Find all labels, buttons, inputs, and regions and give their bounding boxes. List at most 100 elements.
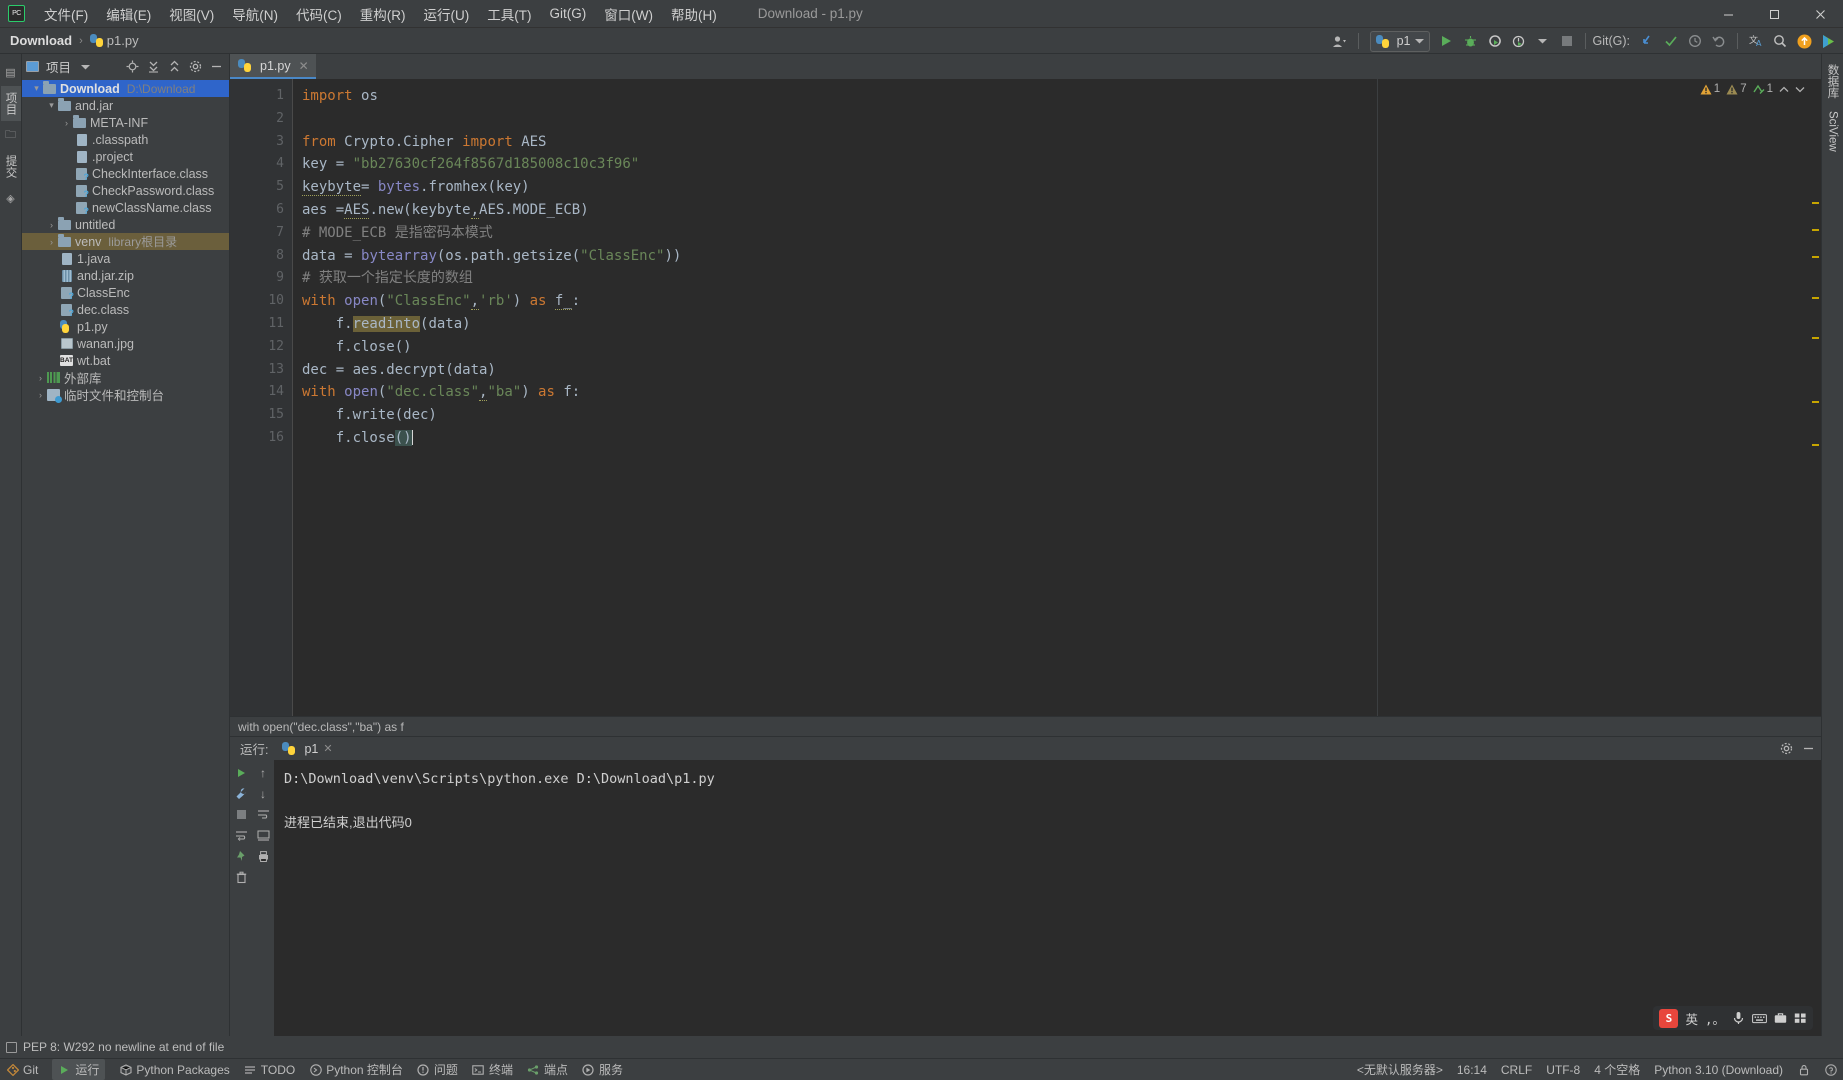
trash-icon[interactable] (232, 868, 251, 887)
tree-node-wt-bat[interactable]: BAT wt.bat (22, 352, 229, 369)
profile-dropdown-icon[interactable] (1532, 30, 1554, 52)
tree-node-classpath[interactable]: .classpath (22, 131, 229, 148)
close-icon[interactable]: ✕ (299, 59, 309, 73)
sidebar-item-sciview[interactable]: SciView (1825, 105, 1841, 158)
more-icon[interactable] (1794, 1012, 1807, 1024)
tree-node-external-libraries[interactable]: › 外部库 (22, 369, 229, 386)
settings-icon[interactable] (1777, 740, 1795, 758)
menu-code[interactable]: 代码(C) (287, 0, 351, 28)
status-run[interactable]: 运行 (52, 1059, 106, 1080)
structure-rail-icon[interactable]: 🗀 (4, 128, 18, 142)
debug-icon[interactable] (1460, 30, 1482, 52)
status-services[interactable]: 服务 (582, 1061, 623, 1078)
tree-node-and-jar-zip[interactable]: and.jar.zip (22, 267, 229, 284)
run-tab-p1[interactable]: p1 ✕ (276, 740, 338, 758)
tree-node-dec-class[interactable]: dec.class (22, 301, 229, 318)
chevron-down-icon[interactable] (76, 58, 94, 76)
status-encoding[interactable]: UTF-8 (1546, 1063, 1580, 1077)
status-interpreter[interactable]: Python 3.10 (Download) (1654, 1063, 1783, 1077)
editor-gutter[interactable]: 1– 2 3– 4 5 6 7 8 9 10– 11 12– 13 14– 15… (230, 79, 312, 716)
ime-widget[interactable]: S 英 ,。 (1653, 1006, 1813, 1030)
update-project-icon[interactable] (1636, 30, 1658, 52)
chevron-down-icon[interactable]: ▾ (45, 100, 58, 111)
coverage-icon[interactable] (1484, 30, 1506, 52)
soft-wrap-console-icon[interactable] (254, 805, 273, 824)
menu-run[interactable]: 运行(U) (415, 0, 479, 28)
status-python-packages[interactable]: Python Packages (119, 1063, 230, 1077)
code-editor[interactable]: import os from Crypto.Cipher import AES … (292, 79, 1821, 716)
up-icon[interactable]: ↑ (254, 763, 273, 782)
status-line-separator[interactable]: CRLF (1501, 1063, 1532, 1077)
notification-bell-icon[interactable] (1824, 1063, 1837, 1076)
tree-node-project-file[interactable]: .project (22, 148, 229, 165)
chevron-down-icon[interactable]: ▾ (30, 83, 43, 94)
menu-navigate[interactable]: 导航(N) (223, 0, 287, 28)
minimize-button[interactable] (1705, 0, 1751, 28)
down-icon[interactable]: ↓ (254, 784, 273, 803)
ide-action-icon[interactable] (1817, 30, 1839, 52)
rollback-icon[interactable] (1708, 30, 1730, 52)
marker[interactable] (1812, 337, 1819, 339)
marker[interactable] (1812, 256, 1819, 258)
marker[interactable] (1812, 401, 1819, 403)
chevron-right-icon[interactable]: › (60, 118, 73, 128)
expand-all-icon[interactable] (144, 58, 162, 76)
tree-node-classenc[interactable]: ClassEnc (22, 284, 229, 301)
pin-icon[interactable] (232, 847, 251, 866)
sidebar-item-database[interactable]: 数据库 (1823, 58, 1843, 105)
marker[interactable] (1812, 297, 1819, 299)
translate-icon[interactable]: 文A (1745, 30, 1767, 52)
tree-node-p1-py[interactable]: p1.py (22, 318, 229, 335)
status-git[interactable]: Git (6, 1063, 38, 1077)
sidebar-item-project[interactable]: 项目 (0, 86, 21, 121)
breadcrumb-file[interactable]: p1.py (107, 33, 139, 48)
tree-node-venv[interactable]: › venv library根目录 (22, 233, 229, 250)
mic-icon[interactable] (1732, 1011, 1745, 1025)
settings-icon[interactable] (186, 58, 204, 76)
history-icon[interactable] (1684, 30, 1706, 52)
status-server[interactable]: <无默认服务器> (1357, 1061, 1443, 1078)
status-python-console[interactable]: Python 控制台 (309, 1061, 403, 1078)
print-icon[interactable] (254, 847, 273, 866)
wrench-icon[interactable] (232, 784, 251, 803)
tab-p1-py[interactable]: p1.py ✕ (230, 54, 316, 79)
menu-edit[interactable]: 编辑(E) (97, 0, 160, 28)
maximize-button[interactable] (1751, 0, 1797, 28)
inspection-widget[interactable]: 1 7 1 (1700, 83, 1805, 95)
collapse-all-icon[interactable] (165, 58, 183, 76)
tree-node-newclassname-class[interactable]: newClassName.class (22, 199, 229, 216)
status-todo[interactable]: TODO (244, 1063, 295, 1077)
tree-node-checkinterface-class[interactable]: CheckInterface.class (22, 165, 229, 182)
tree-node-1-java[interactable]: 1.java (22, 250, 229, 267)
marker[interactable] (1812, 444, 1819, 446)
status-caret-position[interactable]: 16:14 (1457, 1063, 1487, 1077)
search-icon[interactable] (1769, 30, 1791, 52)
profile-icon[interactable] (1508, 30, 1530, 52)
soft-wrap-icon[interactable] (232, 826, 251, 845)
keyboard-icon[interactable] (1752, 1013, 1767, 1024)
menu-view[interactable]: 视图(V) (160, 0, 223, 28)
tree-node-untitled[interactable]: › untitled (22, 216, 229, 233)
marker[interactable] (1812, 229, 1819, 231)
menu-tools[interactable]: 工具(T) (478, 0, 540, 28)
status-problems[interactable]: 问题 (417, 1061, 458, 1078)
tree-node-wanan-jpg[interactable]: wanan.jpg (22, 335, 229, 352)
chevron-right-icon[interactable]: › (34, 373, 47, 383)
typo-badge[interactable]: 1 (1753, 83, 1773, 95)
status-endpoints[interactable]: 端点 (527, 1061, 568, 1078)
pull-requests-rail-icon[interactable]: ◈ (4, 191, 18, 205)
stop-icon[interactable] (232, 805, 251, 824)
menu-refactor[interactable]: 重构(R) (351, 0, 415, 28)
tree-node-meta-inf[interactable]: › META-INF (22, 114, 229, 131)
breadcrumb-project[interactable]: Download (10, 33, 72, 48)
ime-punctuation-icon[interactable]: ,。 (1705, 1009, 1725, 1028)
weak-warning-badge[interactable]: 7 (1726, 83, 1747, 95)
inspection-chevron-up-icon[interactable] (1779, 86, 1789, 93)
run-icon[interactable] (1436, 30, 1458, 52)
menu-git[interactable]: Git(G) (541, 2, 596, 25)
close-icon[interactable]: ✕ (323, 742, 332, 755)
warning-badge[interactable]: 1 (1700, 83, 1720, 95)
status-terminal[interactable]: 终端 (472, 1061, 513, 1078)
sidebar-item-commit[interactable]: 提交 (1, 149, 21, 184)
tree-node-download[interactable]: ▾ Download D:\Download (22, 80, 229, 97)
